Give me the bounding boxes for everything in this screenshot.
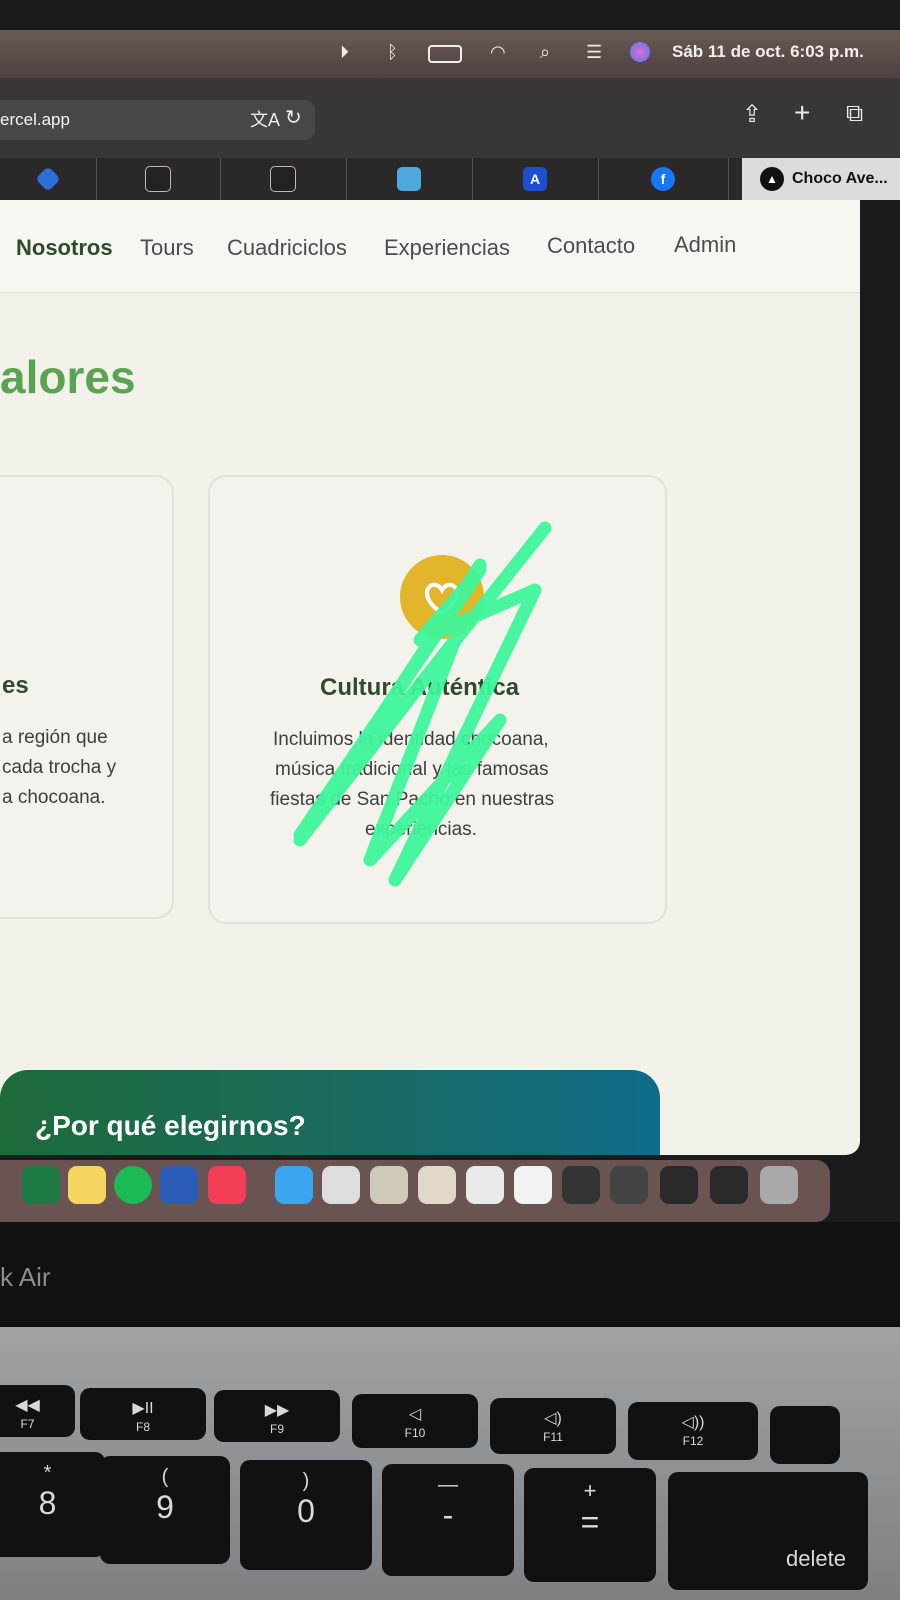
address-bar[interactable]: ercel.app 文A ↻: [0, 100, 315, 140]
nav-link-experiencias[interactable]: Experiencias: [384, 235, 510, 261]
spotify-icon[interactable]: [114, 1166, 152, 1204]
spreadsheet-thumbnail-icon[interactable]: [466, 1166, 504, 1204]
document-thumbnail-icon[interactable]: [322, 1166, 360, 1204]
logo-icon: [397, 167, 421, 191]
nav-link-contacto[interactable]: Contacto: [547, 233, 635, 259]
key-f11[interactable]: ◁) F11: [490, 1398, 616, 1454]
laptop-model-label: k Air: [0, 1262, 51, 1292]
card-text-line: a región que: [2, 727, 108, 748]
tab-4[interactable]: [346, 158, 473, 200]
facebook-icon: f: [651, 167, 675, 191]
screen-bezel: k Air: [0, 1222, 900, 1327]
bluetooth-icon[interactable]: ᛒ: [387, 42, 398, 63]
music-icon[interactable]: [208, 1166, 246, 1204]
card-text-line: experiencias.: [365, 819, 477, 840]
image-thumbnail-icon[interactable]: [370, 1166, 408, 1204]
screenshot-thumbnail-icon[interactable]: [610, 1166, 648, 1204]
card-text-line: música tradicional y las famosas: [275, 759, 549, 780]
web-page: Nosotros Tours Cuadriciclos Experiencias…: [0, 200, 860, 1155]
card-text-line: cada trocha y: [2, 757, 117, 778]
screenshot-thumbnail-icon[interactable]: [710, 1166, 748, 1204]
key-f7[interactable]: ◀◀ F7: [0, 1385, 75, 1437]
key-equals[interactable]: + =: [524, 1468, 656, 1582]
menubar-datetime[interactable]: Sáb 11 de oct. 6:03 p.m.: [672, 42, 864, 62]
triangle-logo-icon: ▲: [760, 167, 784, 191]
tab-active[interactable]: ▲ Choco Ave...: [742, 158, 900, 200]
card-text-line: a chocoana.: [2, 787, 106, 808]
battery-icon[interactable]: [428, 45, 462, 63]
card-text-line: fiestas de San Pacho en nuestras: [270, 789, 555, 810]
key-0[interactable]: ) 0: [240, 1460, 372, 1570]
trash-icon[interactable]: [760, 1166, 798, 1204]
key-delete[interactable]: delete: [668, 1472, 868, 1590]
site-nav: Nosotros Tours Cuadriciclos Experiencias…: [0, 200, 860, 293]
notes-icon[interactable]: [68, 1166, 106, 1204]
key-8[interactable]: * 8: [0, 1452, 105, 1557]
nav-link-nosotros[interactable]: Nosotros: [16, 235, 113, 261]
reload-icon[interactable]: ↻: [285, 105, 302, 130]
key-f8[interactable]: ▶II F8: [80, 1388, 206, 1440]
site-icon: [270, 166, 296, 192]
folder-icon[interactable]: [275, 1166, 313, 1204]
value-card-cultura: Cultura Auténtica Incluimos la identidad…: [208, 475, 667, 924]
card-title: es: [2, 672, 29, 699]
spreadsheet-thumbnail-icon[interactable]: [514, 1166, 552, 1204]
site-icon: [145, 166, 171, 192]
address-bar-url: ercel.app: [0, 110, 70, 129]
search-icon[interactable]: ⌕: [540, 42, 550, 63]
play-icon[interactable]: ⏵: [340, 42, 349, 63]
word-icon[interactable]: [160, 1166, 198, 1204]
new-tab-icon[interactable]: +: [794, 97, 810, 129]
key-minus[interactable]: — -: [382, 1464, 514, 1576]
key-f12[interactable]: ◁)) F12: [628, 1402, 758, 1460]
tab-3[interactable]: [220, 158, 347, 200]
banner-title: ¿Por qué elegirnos?: [35, 1110, 306, 1141]
macos-menu-bar: ⏵ ᛒ ◠ ⌕ ☰ Sáb 11 de oct. 6:03 p.m.: [0, 30, 900, 78]
tab-1[interactable]: [0, 158, 97, 200]
tab-2[interactable]: [96, 158, 221, 200]
app-a-icon: A: [523, 167, 547, 191]
key-f9[interactable]: ▶▶ F9: [214, 1390, 340, 1442]
image-thumbnail-icon[interactable]: [418, 1166, 456, 1204]
tab-active-label: Choco Ave...: [792, 170, 888, 187]
key-9[interactable]: (9: [100, 1456, 230, 1564]
key-power[interactable]: [770, 1406, 840, 1464]
card-text-line: Incluimos la identidad chocoana,: [273, 729, 549, 750]
nav-link-admin[interactable]: Admin: [674, 232, 736, 258]
diamond-icon: [35, 166, 61, 192]
value-card: es a región que cada trocha y a chocoana…: [0, 475, 174, 919]
screenshot-thumbnail-icon[interactable]: [562, 1166, 600, 1204]
screenshot-thumbnail-icon[interactable]: [660, 1166, 698, 1204]
wifi-icon[interactable]: ◠: [490, 42, 506, 63]
key-f10[interactable]: ◁ F10: [352, 1394, 478, 1448]
nav-link-tours[interactable]: Tours: [140, 235, 194, 261]
tab-overview-icon[interactable]: ⧉: [846, 100, 863, 128]
share-icon[interactable]: ⇪: [742, 100, 762, 129]
card-title: Cultura Auténtica: [320, 674, 520, 701]
section-heading: alores: [0, 351, 136, 403]
translate-icon[interactable]: 文A: [250, 106, 280, 132]
tab-5[interactable]: A: [472, 158, 599, 200]
why-choose-us-banner: ¿Por qué elegirnos?: [0, 1070, 660, 1155]
tab-6[interactable]: f: [598, 158, 729, 200]
heart-icon: [400, 555, 484, 639]
control-center-icon[interactable]: ☰: [586, 42, 602, 63]
nav-link-cuadriciclos[interactable]: Cuadriciclos: [227, 235, 347, 261]
siri-icon[interactable]: [630, 42, 650, 62]
excel-icon[interactable]: [22, 1166, 60, 1204]
